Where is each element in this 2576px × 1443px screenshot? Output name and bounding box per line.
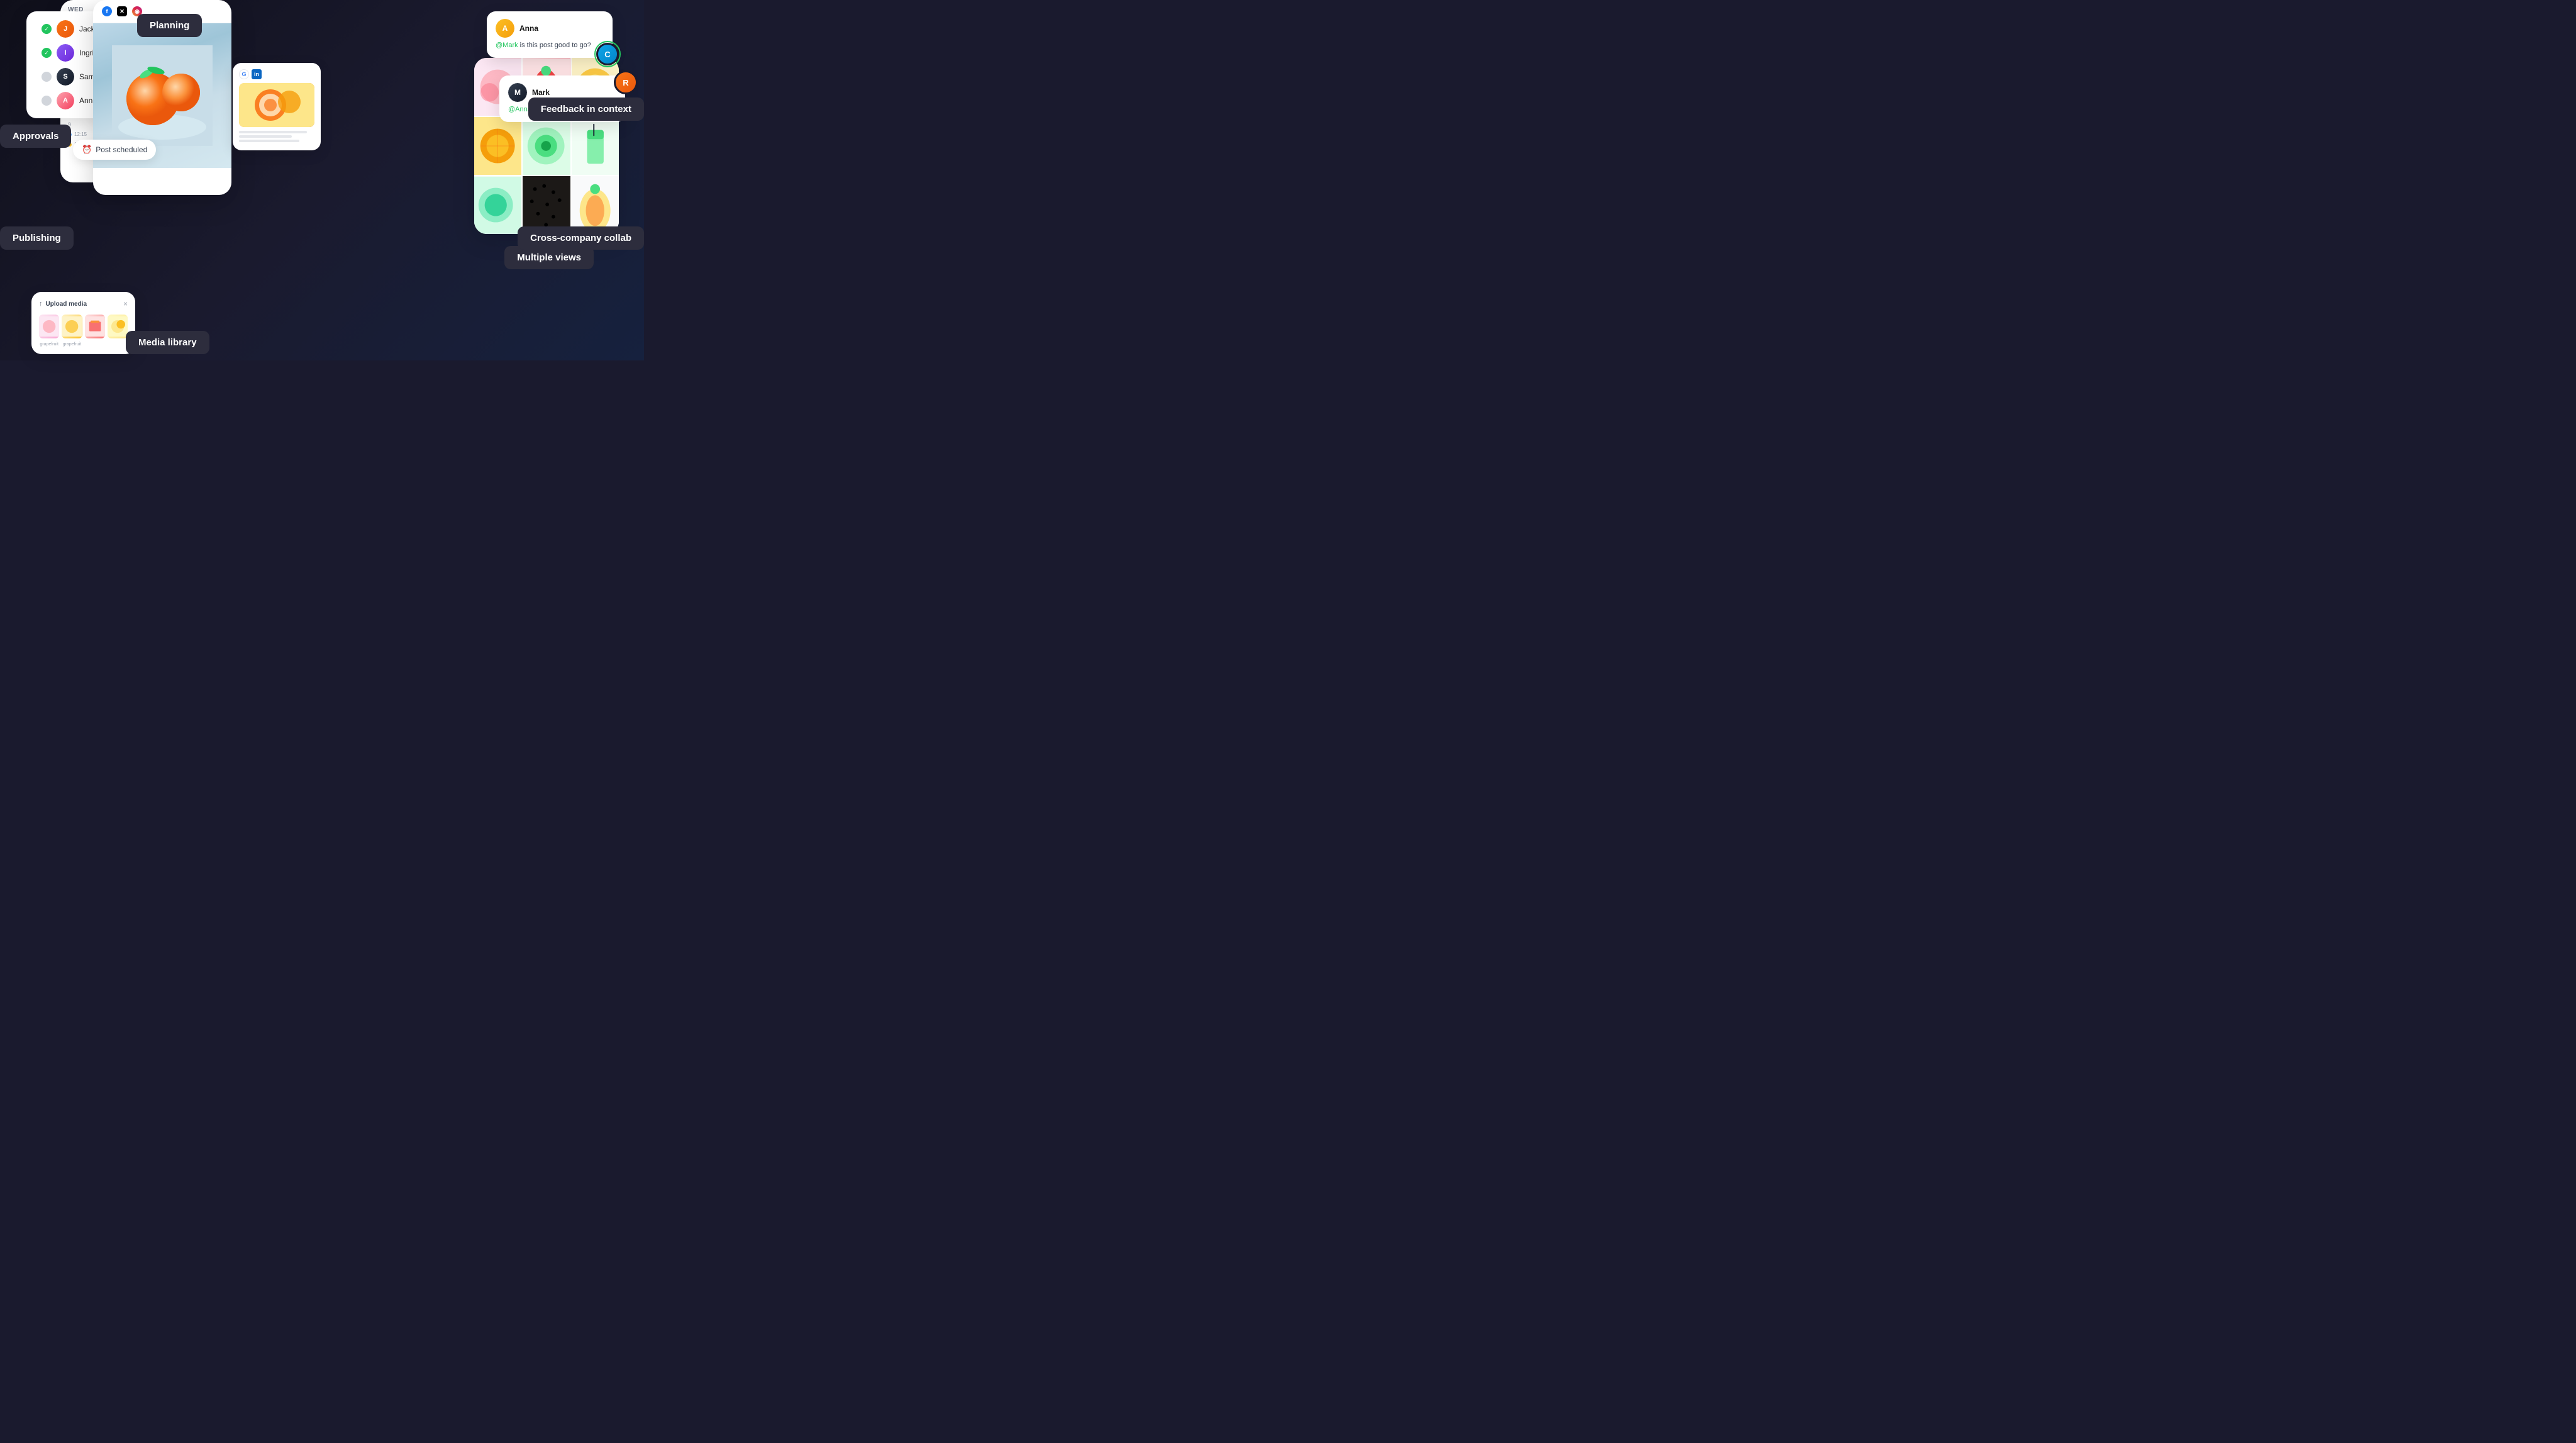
feedback-in-context-badge: Feedback in context [528, 98, 644, 121]
linkedin-media [239, 83, 314, 127]
check-samuel [42, 72, 52, 82]
avatar-ingrid: I [57, 44, 74, 62]
planning-badge: Planning [137, 14, 202, 37]
media-label-2: grapefruit [62, 342, 82, 347]
photo-cell-6 [572, 117, 619, 175]
x-icon-main: ✕ [117, 6, 127, 16]
media-thumb-2 [62, 315, 82, 338]
approvals-badge: Approvals [0, 125, 71, 148]
linkedin-text-lines [239, 131, 314, 142]
media-thumb-4 [108, 315, 128, 338]
linkedin-icon: in [252, 69, 262, 79]
cross-company-collab-badge: Cross-company collab [518, 226, 644, 250]
clock-icon: ⏰ [82, 145, 92, 155]
photo-cell-7 [474, 176, 521, 234]
media-library-badge: Media library [126, 331, 209, 354]
media-label-1: grapefruit [39, 342, 59, 347]
chat-text-anna: @Mark is this post good to go? [496, 41, 604, 50]
check-ingrid: ✓ [42, 48, 52, 58]
media-grid [39, 315, 128, 338]
avatar-mark: M [508, 83, 527, 102]
avatar-samuel: S [57, 68, 74, 86]
google-icon: G [239, 69, 249, 79]
facebook-icon-main: f [102, 6, 112, 16]
check-anne [42, 96, 52, 106]
collab-avatar-2: R [614, 70, 638, 94]
publishing-badge: Publishing [0, 226, 74, 250]
photo-cell-5 [523, 117, 570, 175]
media-thumb-3 [85, 315, 105, 338]
close-button[interactable]: × [123, 299, 128, 308]
chat-bubble-anna: A Anna @Mark is this post good to go? [487, 11, 613, 58]
photo-cell-8 [523, 176, 570, 234]
media-card-title: ↑ Upload media [39, 300, 87, 308]
linkedin-post-card: G in [233, 63, 321, 150]
avatar-anne: A [57, 92, 74, 109]
media-library-card: ↑ Upload media × [31, 292, 135, 354]
post-scheduled-badge: ⏰ Post scheduled [73, 140, 156, 160]
check-jack: ✓ [42, 24, 52, 34]
collab-avatar-ring [594, 41, 621, 67]
photo-cell-4 [474, 117, 521, 175]
upload-icon: ↑ [39, 300, 43, 308]
avatar-anna: A [496, 19, 514, 38]
photo-cell-9 [572, 176, 619, 234]
media-thumb-1 [39, 315, 59, 338]
avatar-jack: J [57, 20, 74, 38]
